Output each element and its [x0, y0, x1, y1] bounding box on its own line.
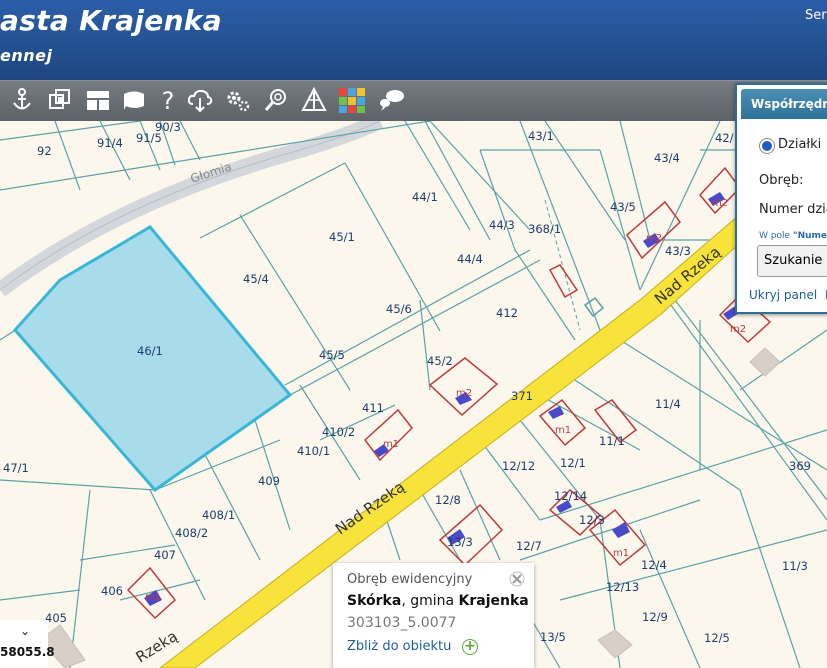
header-service-link[interactable]: Ser [805, 8, 827, 23]
search-panel: Współrzędne Działki Obręb: Numer dzia W … [735, 83, 827, 314]
parcel-label[interactable]: 406 [101, 584, 123, 598]
building-label: m1 [613, 548, 629, 559]
building-label: m1 [383, 439, 399, 450]
parcel-label[interactable]: 13/5 [540, 630, 566, 644]
building-label: m2 [456, 388, 472, 399]
zoom-icon[interactable] [262, 86, 290, 114]
parcel-label[interactable]: 45/5 [319, 348, 345, 362]
tab-coordinates[interactable]: Współrzędne [741, 89, 827, 119]
building-label: m2 [730, 324, 746, 335]
parcel-label[interactable]: 408/1 [202, 508, 235, 522]
building-label: m1 [555, 425, 571, 436]
radio-parcels[interactable] [759, 138, 775, 154]
parcel-label[interactable]: 11/1 [599, 434, 625, 448]
parcel-label[interactable]: 405 [45, 611, 67, 625]
parcel-label[interactable]: 12/7 [516, 539, 542, 553]
app-subtitle: ennej [0, 46, 53, 65]
parcel-label[interactable]: 371 [511, 389, 533, 403]
parcel-label[interactable]: 410/1 [297, 444, 330, 458]
parcel-label[interactable]: 43/4 [654, 151, 680, 165]
parcel-label[interactable]: 45/1 [329, 230, 355, 244]
speech-icon[interactable] [120, 86, 148, 114]
parcel-label[interactable]: 407 [154, 548, 176, 562]
search-button[interactable]: Szukanie [757, 245, 827, 277]
parcel-label[interactable]: 45/2 [427, 354, 453, 368]
info-popup: Obręb ewidencyjny Skórka, gmina Krajenka… [333, 563, 534, 668]
parcel-label[interactable]: 45/4 [243, 272, 269, 286]
measure-icon[interactable] [300, 86, 328, 114]
parcel-label[interactable]: 92 [37, 144, 52, 158]
popup-code: 303103_5.0077 [347, 615, 457, 631]
parcel-label[interactable]: 12/12 [502, 459, 535, 473]
chevron-down-icon[interactable]: ⌄ [20, 624, 30, 638]
parcel-label[interactable]: 12/8 [435, 493, 461, 507]
parcel-label[interactable]: 46/1 [137, 344, 163, 358]
parcel-label[interactable]: 12/9 [642, 610, 668, 624]
parcel-label[interactable]: 12/5 [704, 631, 730, 645]
parcel-label[interactable]: 43/1 [528, 129, 554, 143]
popup-obreb: Skórka, gmina Krajenka [347, 593, 529, 609]
building-label: m1 [145, 592, 161, 603]
color-grid-icon[interactable] [338, 86, 366, 114]
parcel-label[interactable]: 409 [258, 474, 280, 488]
parcel-label[interactable]: 91/4 [97, 136, 123, 150]
building-label: m2 [646, 233, 662, 244]
parcel-label[interactable]: 11/3 [782, 559, 808, 573]
zoom-to-object-link[interactable]: Zbliż do obiektu [347, 639, 451, 654]
parcel-label[interactable]: 47/1 [3, 461, 29, 475]
coordinate-readout: 58055.8 [0, 645, 55, 659]
app-header: asta Krajenka ennej Ser [0, 0, 827, 80]
parcel-label[interactable]: 12/4 [641, 558, 667, 572]
panel-note: W pole "Nume [759, 231, 827, 241]
parcel-label[interactable]: 12/1 [560, 456, 586, 470]
parcel-label[interactable]: 91/5 [136, 131, 162, 145]
obreb-label: Obręb: [759, 173, 804, 188]
app-title: asta Krajenka [0, 4, 222, 37]
plus-icon[interactable]: + [462, 639, 478, 655]
cloud-download-icon[interactable] [186, 86, 214, 114]
parcel-number-label: Numer dzia [759, 202, 827, 217]
layers-icon[interactable] [46, 86, 74, 114]
svg-text:?: ? [162, 87, 175, 114]
parcel-label[interactable]: 13/3 [447, 535, 473, 549]
parcel-label[interactable]: 42/ [715, 131, 734, 145]
parcel-label[interactable]: 410/2 [322, 425, 355, 439]
building-label: m2 [712, 198, 728, 209]
help-icon[interactable]: ? [154, 86, 182, 115]
settings-icon[interactable] [224, 86, 252, 114]
close-icon[interactable] [509, 571, 525, 587]
parcel-label[interactable]: 44/1 [412, 190, 438, 204]
parcel-label[interactable]: 44/4 [457, 252, 483, 266]
parcel-label[interactable]: 43/3 [665, 244, 691, 258]
radio-parcels-label: Działki [778, 137, 822, 152]
parcel-label[interactable]: 369 [789, 459, 811, 473]
hide-panel-link[interactable]: Ukryj panel [749, 288, 817, 302]
parcel-label[interactable]: 12/14 [554, 489, 587, 503]
parcel-label[interactable]: 411 [362, 401, 384, 415]
parcel-label[interactable]: 12/13 [606, 580, 639, 594]
parcel-label[interactable]: 43/5 [610, 200, 636, 214]
parcel-label[interactable]: 11/4 [655, 397, 681, 411]
parcel-label[interactable]: 368/1 [528, 222, 561, 236]
parcel-label[interactable]: 44/3 [489, 218, 515, 232]
parcel-label[interactable]: 412 [496, 306, 518, 320]
parcel-label[interactable]: 12/3 [579, 513, 605, 527]
parcel-label[interactable]: 45/6 [386, 302, 412, 316]
parcel-label[interactable]: 408/2 [175, 526, 208, 540]
popup-heading: Obręb ewidencyjny [347, 572, 473, 587]
comment-icon[interactable] [378, 86, 406, 114]
anchor-icon[interactable] [8, 86, 36, 114]
layout-icon[interactable] [84, 86, 112, 114]
